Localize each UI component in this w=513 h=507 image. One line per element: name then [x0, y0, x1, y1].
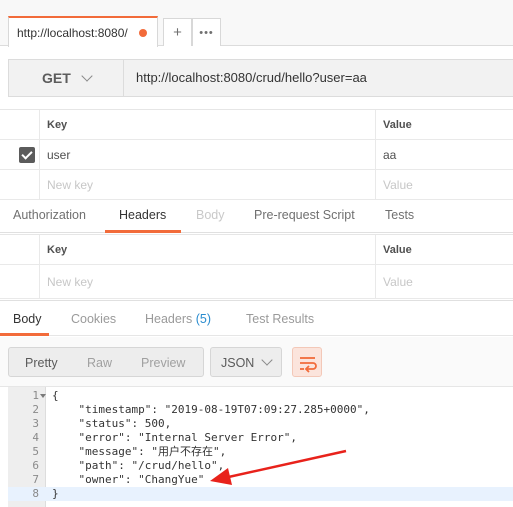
line-number: 6 — [32, 459, 39, 472]
params-value-header: Value — [375, 110, 412, 139]
response-tab-headers-label: Headers — [145, 312, 193, 326]
line-number: 2 — [32, 403, 39, 416]
line-number: 5 — [32, 445, 39, 458]
headers-value-header: Value — [375, 235, 412, 264]
code-line: 1 { — [8, 389, 513, 403]
active-tab-indicator — [105, 230, 181, 233]
pretty-button[interactable]: Pretty — [25, 356, 58, 370]
header-new-check-cell — [0, 265, 40, 298]
params-key-header: Key — [47, 118, 68, 131]
response-active-tab-indicator — [0, 333, 49, 336]
new-key-input[interactable]: New key — [40, 170, 93, 199]
view-mode-group: Pretty Raw Preview — [8, 347, 204, 377]
headers-key-header: Key — [47, 243, 68, 256]
method-select[interactable]: GET — [9, 60, 124, 96]
code-line: 3 "status": 500, — [8, 417, 513, 431]
code-line-current: 8 } — [8, 487, 513, 501]
method-label: GET — [42, 70, 71, 86]
raw-button[interactable]: Raw — [87, 356, 112, 370]
response-tabs: Body Cookies Headers (5) Test Results — [0, 300, 513, 336]
code-line: 4 "error": "Internal Server Error", — [8, 431, 513, 445]
chevron-down-icon — [81, 70, 93, 82]
param-checkbox-cell — [0, 140, 40, 169]
format-label: JSON — [221, 356, 255, 370]
headers-header-row: Key Value — [0, 235, 513, 265]
response-body-editor[interactable]: 1 { 2 "timestamp": "2019-08-19T07:09:27.… — [8, 387, 513, 507]
header-new-value-input[interactable]: Value — [375, 265, 413, 298]
unsaved-dot-icon — [139, 29, 147, 37]
wrap-lines-icon — [300, 357, 317, 373]
request-tab[interactable]: http://localhost:8080/ — [8, 16, 158, 47]
code-text: "error": "Internal Server Error", — [52, 431, 298, 444]
line-number: 3 — [32, 417, 39, 430]
code-line: 7 "owner": "ChangYue" — [8, 473, 513, 487]
tab-authorization[interactable]: Authorization — [13, 208, 86, 222]
ellipsis-icon: ••• — [199, 26, 214, 39]
code-line: 5 "message": "用户不存在", — [8, 445, 513, 459]
headers-header-check-cell — [0, 235, 40, 264]
line-number: 8 — [32, 487, 39, 500]
format-select[interactable]: JSON — [210, 347, 282, 377]
wrap-lines-button[interactable] — [292, 347, 322, 377]
line-number: 1 — [32, 389, 39, 402]
code-line: 6 "path": "/crud/hello", — [8, 459, 513, 473]
params-table: Key Value user aa New key Value — [0, 109, 513, 200]
param-value[interactable]: aa — [375, 140, 396, 169]
tab-tests[interactable]: Tests — [385, 208, 414, 222]
response-tab-body[interactable]: Body — [13, 312, 42, 326]
more-tabs-button[interactable]: ••• — [192, 18, 221, 46]
chevron-down-icon — [261, 354, 273, 366]
request-tab-title: http://localhost:8080/ — [17, 26, 128, 40]
response-tab-headers[interactable]: Headers (5) — [145, 312, 211, 326]
response-toolbar: Pretty Raw Preview JSON — [0, 337, 513, 387]
param-new-check-cell — [0, 170, 40, 199]
params-header-check-cell — [0, 110, 40, 139]
param-key[interactable]: user — [40, 140, 70, 169]
line-number: 7 — [32, 473, 39, 486]
response-headers-count: (5) — [195, 312, 212, 326]
tab-pre-request-script[interactable]: Pre-request Script — [254, 208, 355, 222]
param-row: user aa — [0, 140, 513, 170]
preview-button[interactable]: Preview — [141, 356, 185, 370]
code-line: 2 "timestamp": "2019-08-19T07:09:27.285+… — [8, 403, 513, 417]
header-new-key-input[interactable]: New key — [40, 265, 93, 298]
response-tab-cookies[interactable]: Cookies — [71, 312, 116, 326]
response-tab-test-results[interactable]: Test Results — [246, 312, 314, 326]
url-bar: GET http://localhost:8080/crud/hello?use… — [8, 59, 513, 97]
header-new-row: New key Value — [0, 265, 513, 299]
code-text: { — [52, 389, 59, 402]
code-text: "owner": "ChangYue" — [52, 473, 205, 486]
url-input[interactable]: http://localhost:8080/crud/hello?user=aa — [136, 70, 367, 85]
fold-arrow-icon[interactable] — [40, 394, 46, 398]
tab-strip: http://localhost:8080/ + ••• — [0, 0, 513, 47]
code-text: "status": 500, — [52, 417, 172, 430]
param-checkbox[interactable] — [19, 147, 35, 163]
code-text: "message": "用户不存在", — [52, 445, 227, 458]
param-new-row: New key Value — [0, 170, 513, 200]
tab-headers[interactable]: Headers — [119, 208, 166, 222]
headers-table: Key Value New key Value — [0, 234, 513, 299]
params-header-row: Key Value — [0, 110, 513, 140]
request-tabs: Authorization Headers Body Pre-request S… — [0, 200, 513, 233]
new-value-input[interactable]: Value — [375, 170, 413, 199]
new-tab-button[interactable]: + — [163, 18, 192, 46]
tab-body[interactable]: Body — [196, 208, 225, 222]
plus-icon: + — [173, 24, 182, 41]
code-text: "timestamp": "2019-08-19T07:09:27.285+00… — [52, 403, 370, 416]
line-number: 4 — [32, 431, 39, 444]
code-text: "path": "/crud/hello", — [52, 459, 225, 472]
code-text: } — [52, 487, 59, 500]
